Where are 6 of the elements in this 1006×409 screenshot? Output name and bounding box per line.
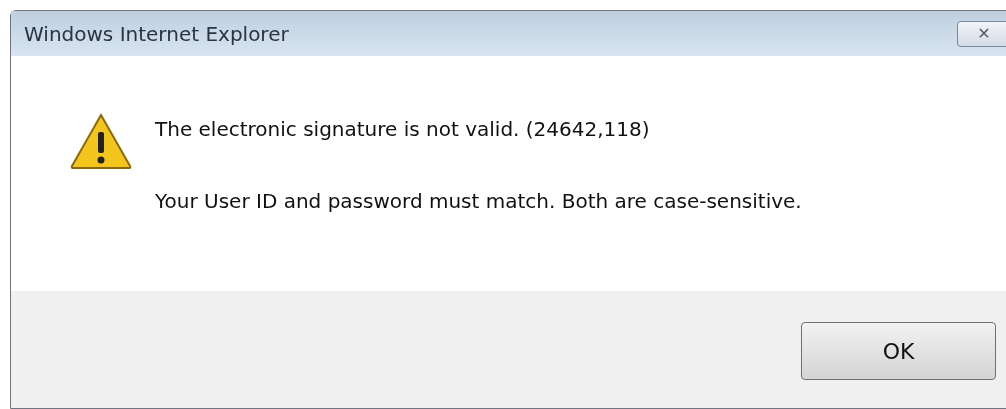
message-text: The electronic signature is not valid. (24642,118) bbox=[155, 116, 651, 143]
window-title: Windows Internet Explorer bbox=[24, 20, 289, 48]
message-text: Your User ID and password must match. Both are case-sensitive. bbox=[155, 188, 802, 215]
ok-button[interactable]: OK bbox=[801, 322, 996, 380]
warning-icon bbox=[69, 112, 133, 170]
close-button[interactable]: ✕ bbox=[957, 21, 1006, 47]
